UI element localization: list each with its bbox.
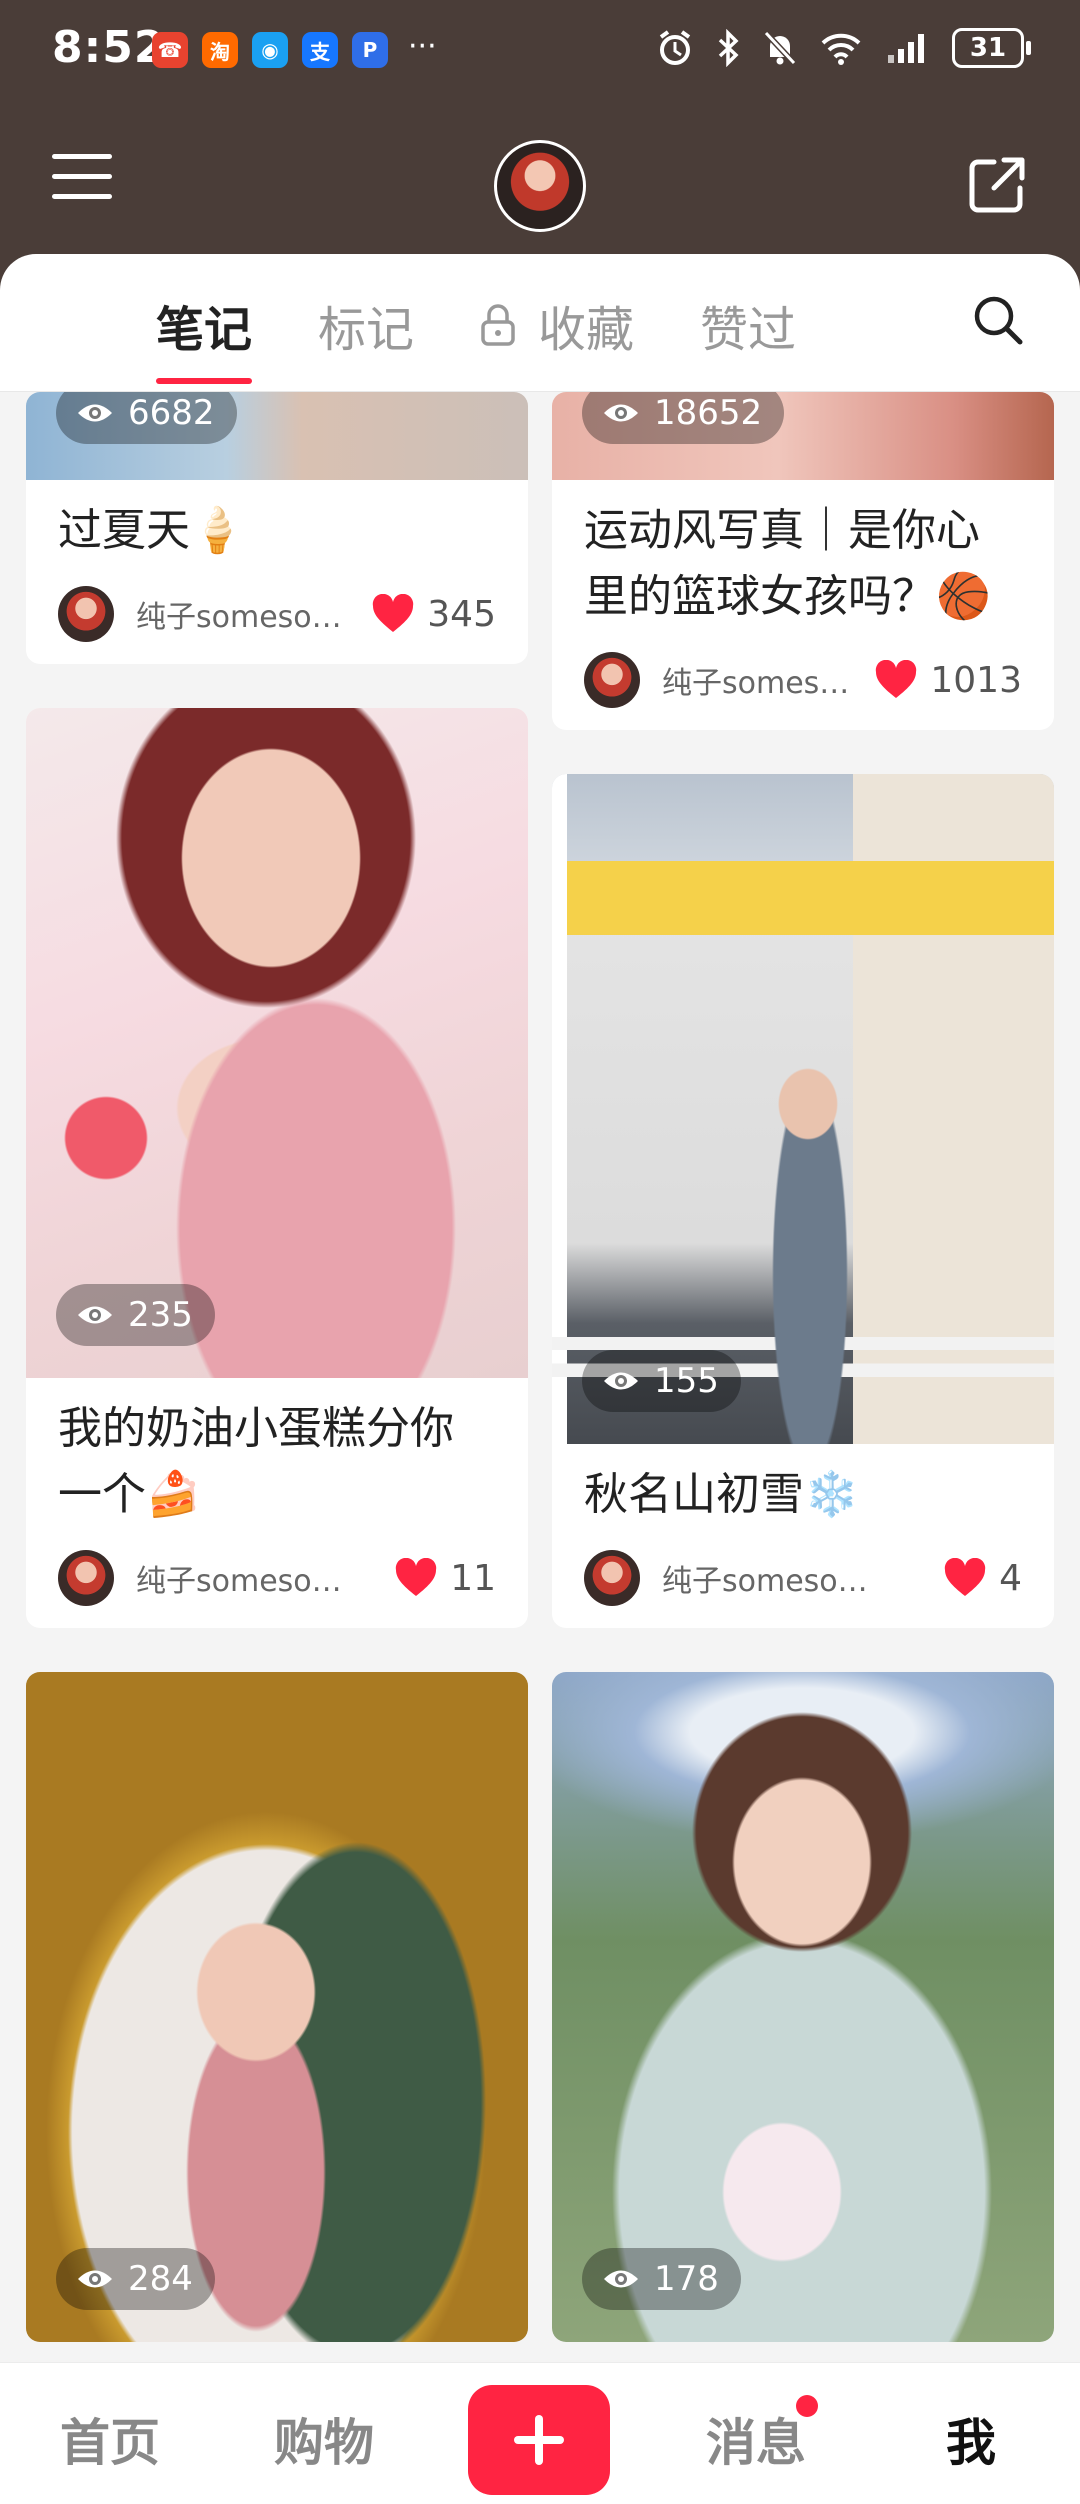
note-cover-image: 178: [552, 1672, 1054, 2342]
note-cover-image: 6682: [26, 392, 528, 480]
note-cover-image: 284: [26, 1672, 528, 2342]
heart-icon: [944, 1558, 986, 1596]
like-button[interactable]: 4: [943, 1558, 1022, 1599]
author-name[interactable]: 纯子somesome: [662, 1556, 872, 1600]
note-title: 我的奶油小蛋糕分你一个🍰: [58, 1403, 454, 1520]
like-button[interactable]: 1013: [874, 660, 1022, 701]
author-avatar[interactable]: [584, 1550, 640, 1606]
author-name[interactable]: 纯子somesome: [136, 592, 346, 636]
profile-avatar[interactable]: [494, 140, 586, 232]
tab-collections[interactable]: 收藏: [480, 290, 634, 360]
payment-app-icon: P: [352, 32, 388, 68]
like-button[interactable]: 11: [394, 1558, 496, 1599]
view-count: 284: [56, 2248, 215, 2310]
note-card[interactable]: 6682 过夏天🍦 纯子somesome 345: [26, 392, 528, 664]
eye-icon: [604, 1372, 638, 1390]
taobao-app-icon: 淘: [202, 32, 238, 68]
heart-icon: [876, 660, 917, 698]
search-icon[interactable]: [972, 294, 1024, 346]
note-card[interactable]: 18652 运动风写真｜是你心里的篮球女孩吗？🏀 纯子somes… 1013: [552, 392, 1054, 730]
note-cover-image: 235: [26, 708, 528, 1378]
nav-shop[interactable]: 购物: [274, 2403, 374, 2475]
bluetooth-icon: [718, 29, 739, 67]
phone-app-icon: ☎: [152, 32, 188, 68]
bottom-navigation: 首页 购物 消息 我: [0, 2362, 1080, 2504]
note-card[interactable]: 155 秋名山初雪❄️ 纯子somesome 4: [552, 774, 1054, 1628]
add-note-button[interactable]: [468, 2385, 610, 2495]
note-title: 运动风写真｜是你心里的篮球女孩吗？🏀: [584, 505, 991, 622]
qq-app-icon: ◉: [252, 32, 288, 68]
tab-marks[interactable]: 标记: [318, 290, 414, 360]
note-cover-image: 155: [552, 774, 1054, 1444]
status-bar: 8:52 ☎ 淘 ◉ 支 P ··· 31: [0, 0, 1080, 100]
note-title: 过夏天🍦: [58, 505, 245, 556]
system-icons: 31: [656, 28, 1031, 68]
lock-icon: [481, 304, 515, 346]
notification-icons: ☎ 淘 ◉ 支 P ···: [152, 32, 437, 68]
view-count: 178: [582, 2248, 741, 2310]
nav-messages[interactable]: 消息: [706, 2403, 806, 2475]
battery-icon: 31: [952, 28, 1031, 68]
unread-dot: [796, 2395, 818, 2417]
tab-notes[interactable]: 笔记: [156, 290, 253, 384]
note-meta: 纯子somesome 11: [26, 1528, 528, 1628]
signal-icon: [888, 34, 924, 63]
note-meta: 纯子somesome 4: [552, 1528, 1054, 1628]
author-name[interactable]: 纯子somes…: [662, 658, 849, 702]
nav-home[interactable]: 首页: [60, 2403, 160, 2475]
heart-icon: [395, 1558, 437, 1596]
share-icon[interactable]: [966, 154, 1028, 216]
author-avatar[interactable]: [584, 652, 640, 708]
note-card[interactable]: 284: [26, 1672, 528, 2342]
eye-icon: [78, 404, 112, 422]
note-meta: 纯子somes… 1013: [552, 630, 1054, 730]
mute-icon: [763, 30, 797, 66]
status-time: 8:52: [52, 22, 166, 73]
eye-icon: [78, 2270, 112, 2288]
alipay-app-icon: 支: [302, 32, 338, 68]
view-count: 18652: [582, 392, 785, 444]
view-count: 155: [582, 1350, 741, 1412]
alarm-icon: [659, 30, 691, 65]
author-avatar[interactable]: [58, 1550, 114, 1606]
note-card[interactable]: 178: [552, 1672, 1054, 2342]
note-cover-image: 18652: [552, 392, 1054, 480]
wifi-icon: [821, 33, 861, 65]
more-notifications-icon: ···: [408, 29, 437, 64]
profile-tabs-panel: 笔记 标记 收藏 赞过: [0, 254, 1080, 392]
nav-me[interactable]: 我: [946, 2403, 996, 2475]
view-count: 235: [56, 1284, 215, 1346]
view-count: 6682: [56, 392, 237, 444]
heart-icon: [373, 594, 414, 632]
like-button[interactable]: 345: [371, 594, 496, 635]
author-avatar[interactable]: [58, 586, 114, 642]
menu-icon: [52, 154, 112, 159]
note-title: 秋名山初雪❄️: [584, 1469, 859, 1520]
eye-icon: [604, 404, 638, 422]
profile-tabs: 笔记 标记 收藏 赞过: [156, 290, 862, 384]
eye-icon: [604, 2270, 638, 2288]
note-meta: 纯子somesome 345: [26, 564, 528, 664]
tab-liked[interactable]: 赞过: [700, 290, 796, 360]
author-name[interactable]: 纯子somesome: [136, 1556, 346, 1600]
eye-icon: [78, 1306, 112, 1324]
note-card[interactable]: 235 我的奶油小蛋糕分你一个🍰 纯子somesome 11: [26, 708, 528, 1628]
menu-button[interactable]: [52, 154, 112, 206]
